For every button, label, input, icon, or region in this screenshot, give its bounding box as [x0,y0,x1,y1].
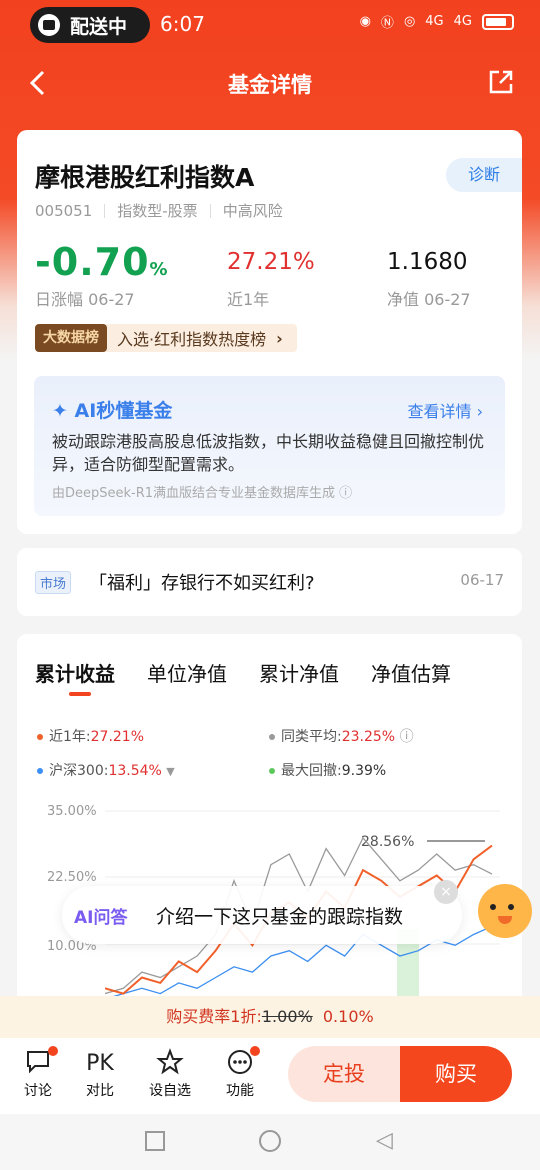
buy-button[interactable]: 购买 [400,1046,512,1102]
notification-dot [250,1046,260,1056]
y-tick-label: 35.00% [47,804,97,819]
clock: 6:07 [160,12,205,36]
discuss-button[interactable]: 讨论 [10,1046,66,1100]
fund-type: 指数型-股票 [117,202,198,220]
courier-icon [38,14,60,36]
sparkle-icon: ✦ [52,400,68,422]
hotspot-icon: ◎ [403,14,416,29]
ai-question-bubble[interactable]: AI问答 介绍一下这只基金的跟踪指数 × [62,880,462,944]
bigdata-ranking-link[interactable]: 大数据榜 入选·红利指数热度榜 › [35,324,297,352]
year-return-label: 近1年 [227,290,270,309]
signal-2-icon: 4G [453,14,472,29]
back-nav-icon[interactable]: ◁ [376,1130,393,1152]
nav-label: 净值 06-27 [387,290,471,309]
chart-tabs: 累计收益 单位净值 累计净值 净值估算 [35,658,483,687]
daily-change-value: -0.70% [35,240,169,284]
legend-dot-peer [269,734,275,740]
year-return-metric: 27.21% 近1年 [227,242,315,310]
notification-dot [48,1046,58,1056]
nfc-icon: Ⓝ [380,16,394,31]
close-icon[interactable]: × [434,880,458,904]
dropdown-icon[interactable]: ▼ [166,765,174,778]
news-date: 06-17 [460,571,504,589]
bigdata-text: 入选·红利指数热度榜 [117,330,267,349]
ai-summary-text: 被动跟踪港股高股息低波指数，中长期收益稳健且回撤控制优异，适合防御型配置需求。 [52,432,485,474]
ai-question-text: 介绍一下这只基金的跟踪指数 [156,906,404,928]
signal-1-icon: 4G [425,14,444,29]
legend-dot-hs300 [37,768,43,774]
diagnose-button[interactable]: 诊断 [446,158,522,192]
auto-invest-button[interactable]: 定投 [288,1046,400,1102]
tab-nav-estimate[interactable]: 净值估算 [371,658,451,687]
add-watchlist-button[interactable]: 设自选 [142,1048,198,1100]
info-icon[interactable]: ⓘ [339,486,352,501]
ai-summary-box[interactable]: ✦ AI秒懂基金 查看详情 › 被动跟踪港股高股息低波指数，中长期收益稳健且回撤… [34,376,505,516]
year-return-value: 27.21% [227,249,315,275]
nav-value: 1.1680 [387,249,468,275]
fund-name: 摩根港股红利指数A [35,163,255,192]
fund-info-card: 摩根港股红利指数A 诊断 005051 指数型-股票 中高风险 -0.70% 日… [17,130,522,534]
fund-tags: 005051 指数型-股票 中高风险 [35,200,283,221]
share-icon[interactable] [488,69,514,95]
legend-drawdown: 最大回撤:9.39% [269,760,386,780]
divider [209,203,211,218]
tab-cumulative-nav[interactable]: 累计净值 [259,658,339,687]
page-title: 基金详情 [228,73,312,97]
chevron-right-icon: › [476,402,483,421]
bottom-action-bar: 讨论 PK 对比 设自选 功能 定投 购买 [0,1038,540,1114]
legend-hs300[interactable]: 沪深300:13.54% ▼ [37,760,175,780]
tab-unit-nav[interactable]: 单位净值 [147,658,227,687]
fund-risk: 中高风险 [222,202,283,220]
more-icon [212,1046,268,1080]
y-tick-label: 22.50% [47,870,97,885]
divider [104,203,106,218]
recents-icon[interactable] [145,1131,165,1151]
nav-bar: 基金详情 [0,55,540,111]
daily-change-label: 日涨幅 06-27 [35,290,135,309]
bigdata-badge: 大数据榜 [35,324,107,352]
system-nav-bar: ◁ [0,1114,540,1170]
fee-bar: 购买费率1折:1.00% 0.10% [0,996,540,1038]
news-tag: 市场 [35,571,72,594]
status-bar: 配送中 6:07 ◉ Ⓝ ◎ 4G 4G [0,0,540,50]
home-icon[interactable] [259,1130,281,1152]
legend-peer: 同类平均:23.25% ⓘ [269,726,414,746]
info-icon[interactable]: ⓘ [400,729,414,745]
chart-card: 累计收益 单位净值 累计净值 净值估算 近1年:27.21% 同类平均:23.2… [17,634,522,1014]
mascot-icon[interactable] [478,884,532,938]
fund-code: 005051 [35,201,93,220]
news-title: 「福利」存银行不如买红利? [89,573,315,594]
legend-year: 近1年:27.21% [37,726,144,746]
pill-text: 配送中 [70,15,128,38]
compare-button[interactable]: PK 对比 [72,1048,128,1100]
peak-label: 28.56% [361,834,414,850]
nav-metric: 1.1680 净值 06-27 [387,242,471,310]
ai-summary-title: ✦ AI秒懂基金 [52,400,173,422]
legend-dot-drawdown [269,768,275,774]
daily-change-metric: -0.70% 日涨幅 06-27 [35,242,169,310]
tab-cumulative-return[interactable]: 累计收益 [35,658,115,687]
delivery-pill[interactable]: 配送中 [30,7,150,43]
chat-icon [10,1046,66,1080]
active-tab-indicator [69,692,91,696]
legend-dot-fund [37,734,43,740]
star-icon [142,1048,198,1080]
features-button[interactable]: 功能 [212,1046,268,1100]
pk-icon: PK [86,1051,114,1076]
ai-summary-footer: 由DeepSeek-R1满血版结合专业基金数据库生成 ⓘ [52,486,353,501]
news-card[interactable]: 市场 「福利」存银行不如买红利? 06-17 [17,548,522,616]
ai-summary-more-link[interactable]: 查看详情 › [407,398,483,422]
battery-icon [482,13,514,30]
ai-question-tag: AI问答 [74,908,128,928]
system-icons: ◉ Ⓝ ◎ 4G 4G [360,12,514,31]
eye-icon: ◉ [359,14,371,29]
chevron-right-icon: › [276,328,283,348]
